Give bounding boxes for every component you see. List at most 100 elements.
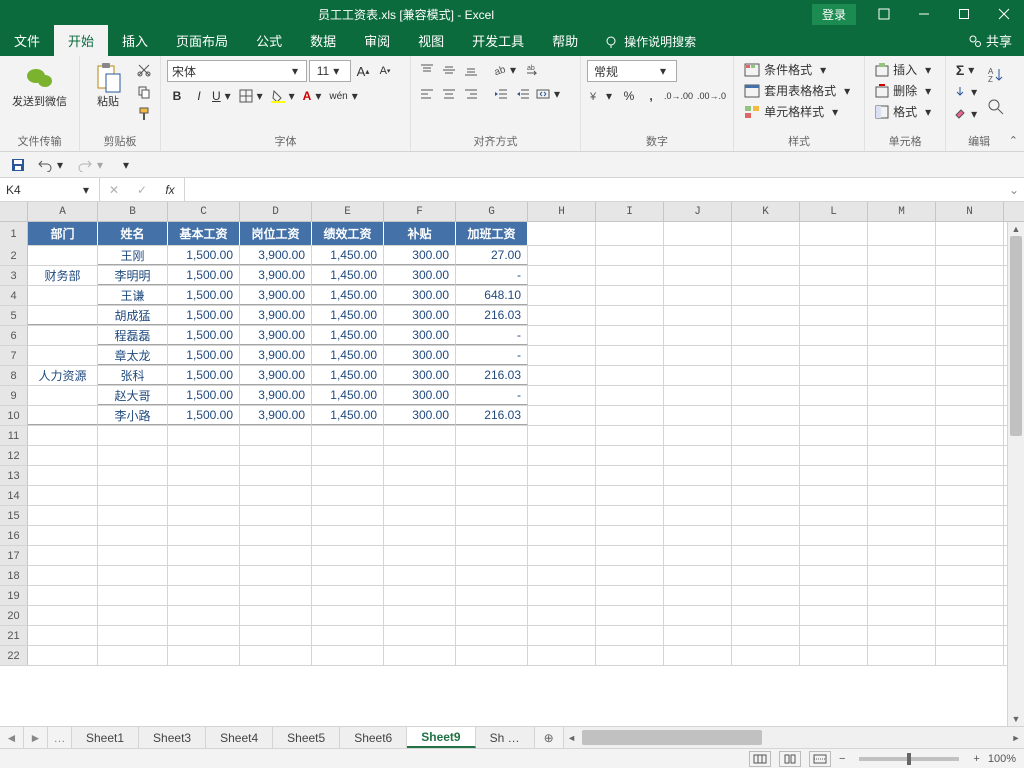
cell[interactable]: 姓名 bbox=[98, 222, 168, 245]
currency-button[interactable]: ¥▾ bbox=[587, 86, 617, 106]
cell[interactable] bbox=[936, 326, 1004, 345]
maximize-button[interactable] bbox=[944, 0, 984, 28]
scroll-right-button[interactable]: ► bbox=[1008, 733, 1024, 743]
cell[interactable]: 加班工资 bbox=[456, 222, 528, 245]
cell[interactable]: 胡成猛 bbox=[98, 306, 168, 325]
cell[interactable]: - bbox=[456, 386, 528, 405]
col-header[interactable]: N bbox=[936, 202, 1004, 221]
cell[interactable] bbox=[240, 606, 312, 625]
cell[interactable] bbox=[936, 406, 1004, 425]
cell[interactable] bbox=[868, 626, 936, 645]
cell[interactable]: 1,500.00 bbox=[168, 406, 240, 425]
cell[interactable] bbox=[936, 386, 1004, 405]
col-header[interactable]: E bbox=[312, 202, 384, 221]
cell[interactable] bbox=[240, 646, 312, 665]
cell[interactable]: 1,450.00 bbox=[312, 306, 384, 325]
cell[interactable]: 李明明 bbox=[98, 266, 168, 285]
cell[interactable] bbox=[800, 546, 868, 565]
cell[interactable] bbox=[312, 626, 384, 645]
cell[interactable]: 财务部 bbox=[28, 266, 98, 285]
row-header[interactable]: 1 bbox=[0, 222, 28, 246]
cell[interactable] bbox=[800, 506, 868, 525]
row-header[interactable]: 5 bbox=[0, 306, 28, 325]
cell[interactable] bbox=[936, 546, 1004, 565]
underline-button[interactable]: U▾ bbox=[211, 86, 236, 106]
cell[interactable]: 张科 bbox=[98, 366, 168, 385]
cell[interactable] bbox=[456, 586, 528, 605]
cell[interactable] bbox=[800, 446, 868, 465]
copy-button[interactable] bbox=[134, 82, 154, 102]
decrease-indent-button[interactable] bbox=[491, 84, 511, 104]
cell[interactable]: 300.00 bbox=[384, 346, 456, 365]
cell[interactable] bbox=[384, 586, 456, 605]
cell[interactable] bbox=[240, 546, 312, 565]
login-button[interactable]: 登录 bbox=[812, 4, 856, 25]
scroll-thumb[interactable] bbox=[582, 730, 762, 745]
cell[interactable] bbox=[168, 466, 240, 485]
cell[interactable] bbox=[868, 526, 936, 545]
qat-customize-button[interactable]: ▾ bbox=[116, 155, 136, 175]
cell[interactable] bbox=[732, 626, 800, 645]
cell[interactable] bbox=[28, 526, 98, 545]
cell[interactable] bbox=[168, 606, 240, 625]
row-header[interactable]: 7 bbox=[0, 346, 28, 365]
tab-review[interactable]: 审阅 bbox=[350, 25, 404, 56]
cell[interactable] bbox=[384, 446, 456, 465]
font-color-button[interactable]: A▾ bbox=[302, 86, 327, 106]
undo-button[interactable]: ▾ bbox=[36, 155, 68, 175]
cell[interactable] bbox=[664, 606, 732, 625]
cell[interactable] bbox=[732, 286, 800, 305]
col-header[interactable]: J bbox=[664, 202, 732, 221]
cell[interactable] bbox=[98, 646, 168, 665]
cell[interactable] bbox=[596, 366, 664, 385]
cell[interactable] bbox=[664, 326, 732, 345]
phonetic-button[interactable]: wén▾ bbox=[328, 86, 362, 106]
cell[interactable] bbox=[28, 326, 98, 345]
cell[interactable] bbox=[868, 446, 936, 465]
cell[interactable]: 300.00 bbox=[384, 306, 456, 325]
cell[interactable]: - bbox=[456, 346, 528, 365]
cell[interactable] bbox=[456, 606, 528, 625]
cell-styles-button[interactable]: 单元格样式▾ bbox=[740, 102, 858, 121]
cell[interactable] bbox=[596, 466, 664, 485]
cell[interactable] bbox=[936, 506, 1004, 525]
cell[interactable] bbox=[868, 586, 936, 605]
cell[interactable]: 部门 bbox=[28, 222, 98, 245]
row-header[interactable]: 12 bbox=[0, 446, 28, 465]
cell[interactable] bbox=[732, 426, 800, 445]
cell[interactable] bbox=[800, 426, 868, 445]
cell[interactable]: 程磊磊 bbox=[98, 326, 168, 345]
cell[interactable] bbox=[384, 426, 456, 445]
cell[interactable]: 3,900.00 bbox=[240, 386, 312, 405]
new-sheet-button[interactable]: ⊕ bbox=[535, 727, 563, 748]
cell[interactable] bbox=[936, 366, 1004, 385]
tell-me[interactable]: 操作说明搜索 bbox=[592, 27, 708, 56]
cell[interactable] bbox=[936, 466, 1004, 485]
cell[interactable] bbox=[312, 466, 384, 485]
cell[interactable] bbox=[868, 246, 936, 265]
row-header[interactable]: 9 bbox=[0, 386, 28, 405]
cell[interactable] bbox=[800, 346, 868, 365]
cell[interactable] bbox=[596, 446, 664, 465]
cell[interactable] bbox=[732, 446, 800, 465]
cell[interactable] bbox=[664, 406, 732, 425]
cell[interactable] bbox=[528, 626, 596, 645]
cell[interactable] bbox=[936, 586, 1004, 605]
cell[interactable] bbox=[98, 546, 168, 565]
row-header[interactable]: 10 bbox=[0, 406, 28, 425]
fill-color-button[interactable]: ▾ bbox=[270, 86, 300, 106]
cell[interactable] bbox=[98, 586, 168, 605]
cell[interactable] bbox=[28, 286, 98, 305]
cell[interactable] bbox=[528, 406, 596, 425]
cell[interactable] bbox=[868, 506, 936, 525]
cell[interactable] bbox=[456, 646, 528, 665]
tab-view[interactable]: 视图 bbox=[404, 25, 458, 56]
cell[interactable] bbox=[664, 426, 732, 445]
cell[interactable]: 216.03 bbox=[456, 406, 528, 425]
cell[interactable] bbox=[28, 386, 98, 405]
horizontal-scrollbar[interactable]: ◄ ► bbox=[563, 727, 1024, 748]
cell[interactable] bbox=[732, 486, 800, 505]
cell[interactable]: 1,450.00 bbox=[312, 346, 384, 365]
cell[interactable] bbox=[384, 646, 456, 665]
row-header[interactable]: 14 bbox=[0, 486, 28, 505]
